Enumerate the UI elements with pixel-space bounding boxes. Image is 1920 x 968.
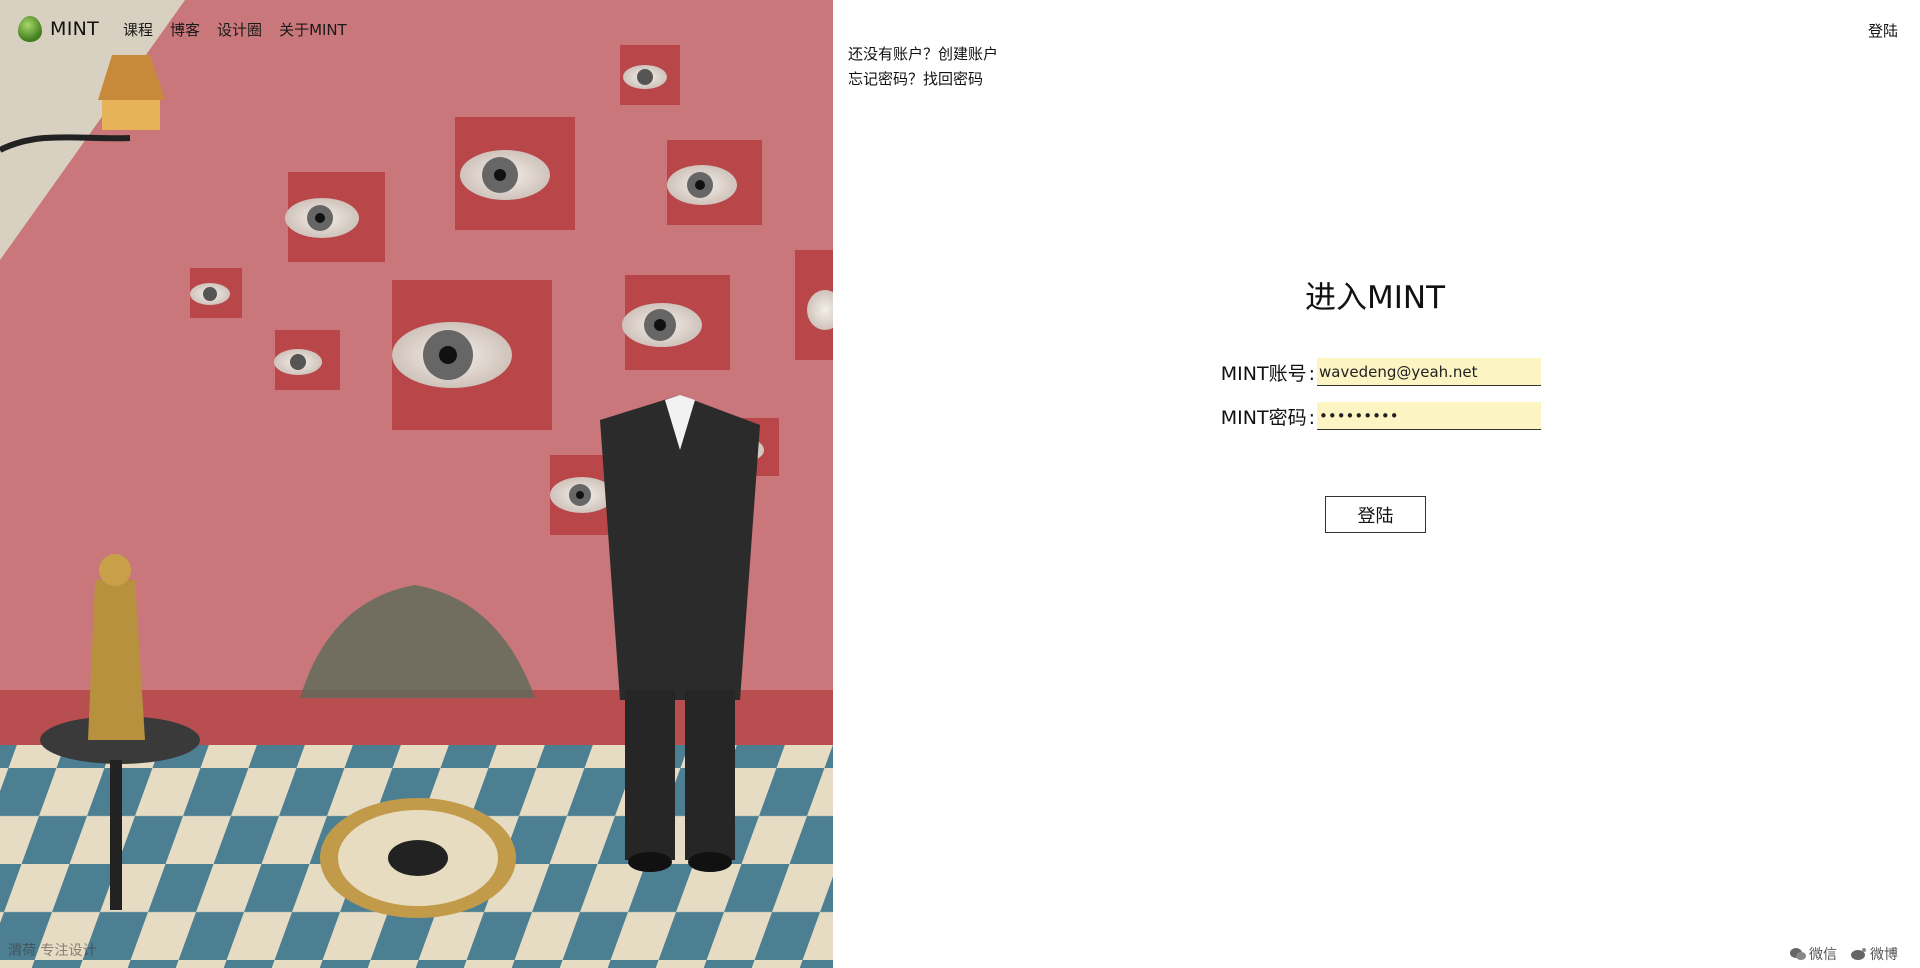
password-label: MINT密码: [1213, 403, 1315, 430]
share-links: 微信 微博: [1790, 944, 1898, 964]
account-links: 还没有账户？创建账户 忘记密码？找回密码: [848, 42, 998, 92]
surreal-collage-art: [0, 0, 833, 968]
nav-item-about[interactable]: 关于MINT: [279, 19, 347, 40]
password-input[interactable]: [1317, 402, 1541, 430]
account-label: MINT账号: [1213, 359, 1315, 386]
nav-item-design-circle[interactable]: 设计圈: [217, 19, 262, 40]
login-button[interactable]: 登陆: [1325, 496, 1426, 533]
account-row: MINT账号: [1213, 358, 1541, 386]
footer-tagline: 渭荷 专注设计: [8, 943, 97, 959]
wechat-icon: [1790, 948, 1806, 960]
login-form-title: 进入MINT: [1305, 280, 1446, 316]
header-login-link[interactable]: 登陆: [1868, 20, 1898, 41]
recover-password-link[interactable]: 忘记密码？找回密码: [848, 70, 983, 88]
password-row: MINT密码: [1213, 402, 1541, 430]
weibo-icon: [1851, 948, 1866, 960]
nav-item-courses[interactable]: 课程: [123, 19, 153, 40]
share-wechat[interactable]: 微信: [1790, 944, 1837, 964]
brand-name: MINT: [50, 18, 100, 40]
hero-illustration: MINT 课程 博客 设计圈 关于MINT 渭荷 专注设计: [0, 0, 833, 968]
share-weibo[interactable]: 微博: [1851, 944, 1898, 964]
clock-on-floor: [320, 798, 516, 918]
nav-item-blog[interactable]: 博客: [170, 19, 200, 40]
create-account-link[interactable]: 还没有账户？创建账户: [848, 45, 998, 63]
leaf-logo-icon: [18, 16, 42, 42]
brand-logo[interactable]: MINT: [18, 16, 99, 42]
share-weibo-label: 微博: [1870, 947, 1898, 963]
share-wechat-label: 微信: [1809, 947, 1837, 963]
account-input[interactable]: [1317, 358, 1541, 386]
top-nav: MINT 课程 博客 设计圈 关于MINT: [0, 0, 833, 58]
